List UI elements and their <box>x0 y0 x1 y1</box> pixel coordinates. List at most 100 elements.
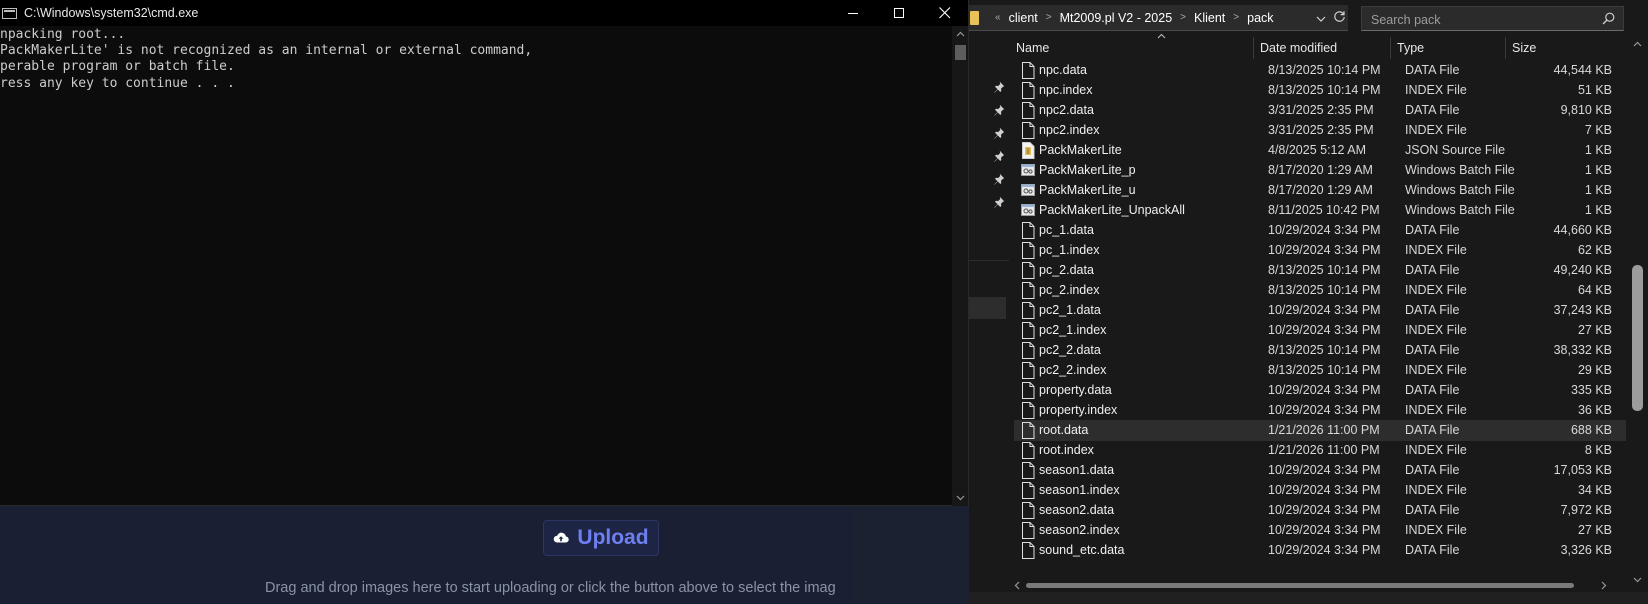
chevron-right-icon[interactable]: > <box>1180 12 1186 23</box>
file-name: season2.index <box>1039 523 1120 537</box>
table-row[interactable]: npc.data 8/13/2025 10:14 PM DATA File 44,54… <box>1014 60 1626 81</box>
file-size: 34 KB <box>1577 483 1612 497</box>
table-row[interactable]: season2.data 10/29/2024 3:34 PM DATA File 7… <box>1014 500 1626 521</box>
search-icon[interactable] <box>1602 12 1615 25</box>
file-type: DATA File <box>1405 543 1460 557</box>
file-date-modified: 10/29/2024 3:34 PM <box>1268 543 1381 557</box>
table-row[interactable]: pc2_1.data 10/29/2024 3:34 PM DATA File 37,… <box>1014 300 1626 321</box>
vertical-scrollbar[interactable] <box>1629 37 1646 587</box>
refresh-button[interactable] <box>1333 10 1346 28</box>
file-list[interactable]: Name Date modified Type Size npc.data 8/1… <box>1010 33 1628 587</box>
file-icon <box>1021 302 1035 319</box>
scroll-up-button[interactable] <box>1629 37 1646 51</box>
scroll-down-button[interactable] <box>952 490 968 506</box>
file-size: 44,544 KB <box>1553 63 1612 77</box>
cmd-window[interactable]: C:\Windows\system32\cmd.exe npacking roo… <box>0 0 969 506</box>
table-row[interactable]: PackMakerLite_p 8/17/2020 1:29 AM Windows … <box>1014 160 1626 181</box>
nav-divider <box>969 260 1009 261</box>
table-row[interactable]: pc_2.index 8/13/2025 10:14 PM INDEX File 64… <box>1014 280 1626 301</box>
chevron-double-left-icon[interactable]: « <box>995 12 1001 23</box>
chevron-down-icon <box>956 495 964 501</box>
navigation-pane[interactable] <box>969 37 1009 587</box>
cmd-scrollbar[interactable] <box>952 26 968 506</box>
address-bar[interactable]: « client > Mt2009.pl V2 - 2025 > Klient … <box>969 5 1348 31</box>
file-name: npc2.index <box>1039 123 1100 137</box>
breadcrumb-mt2009[interactable]: Mt2009.pl V2 - 2025 <box>1060 11 1173 25</box>
file-type: Windows Batch File <box>1405 183 1515 197</box>
table-row[interactable]: season2.index 10/29/2024 3:34 PM INDEX Fil… <box>1014 520 1626 541</box>
table-row[interactable]: PackMakerLite 4/8/2025 5:12 AM JSON Source… <box>1014 140 1626 161</box>
table-row[interactable]: pc2_2.data 8/13/2025 10:14 PM DATA File 38,… <box>1014 340 1626 361</box>
pin-icon[interactable] <box>993 196 1005 208</box>
file-size: 1 KB <box>1584 143 1612 157</box>
table-row[interactable]: pc_1.data 10/29/2024 3:34 PM DATA File 44,6… <box>1014 220 1626 241</box>
address-dropdown-button[interactable] <box>1316 11 1326 29</box>
scroll-left-button[interactable] <box>1010 579 1023 592</box>
drop-hint-text: Drag and drop images here to start uploa… <box>265 580 836 596</box>
pin-icon[interactable] <box>993 104 1005 116</box>
chevron-right-icon[interactable]: > <box>1046 12 1052 23</box>
file-size: 62 KB <box>1577 243 1612 257</box>
table-row[interactable]: PackMakerLite_u 8/17/2020 1:29 AM Windows … <box>1014 180 1626 201</box>
table-row[interactable]: PackMakerLite_UnpackAll 8/11/2025 10:42 P… <box>1014 200 1626 221</box>
horizontal-scroll-thumb[interactable] <box>1026 583 1574 588</box>
file-name: npc2.data <box>1039 103 1094 117</box>
table-row[interactable]: pc2_1.index 10/29/2024 3:34 PM INDEX File 2… <box>1014 320 1626 341</box>
upload-button[interactable]: Upload <box>543 520 659 556</box>
breadcrumb-klient[interactable]: Klient <box>1194 11 1225 25</box>
pin-icon[interactable] <box>993 173 1005 185</box>
cmd-titlebar[interactable]: C:\Windows\system32\cmd.exe <box>0 0 968 26</box>
pin-icon[interactable] <box>993 81 1005 93</box>
breadcrumb-client[interactable]: client <box>1009 11 1038 25</box>
file-date-modified: 8/17/2020 1:29 AM <box>1268 183 1373 197</box>
maximize-button[interactable] <box>876 0 922 26</box>
cmd-output[interactable]: npacking root... PackMakerLite' is not r… <box>0 27 950 497</box>
column-header-size[interactable]: Size <box>1506 37 1628 59</box>
table-row[interactable]: season1.data 10/29/2024 3:34 PM DATA File 1… <box>1014 460 1626 481</box>
column-header-type[interactable]: Type <box>1391 37 1506 59</box>
file-name: PackMakerLite_p <box>1039 163 1136 177</box>
scroll-up-button[interactable] <box>952 26 968 42</box>
table-row[interactable]: season1.index 10/29/2024 3:34 PM INDEX Fil… <box>1014 480 1626 501</box>
file-size: 688 KB <box>1570 423 1612 437</box>
file-date-modified: 8/13/2025 10:14 PM <box>1268 363 1381 377</box>
file-name: property.data <box>1039 383 1112 397</box>
table-row[interactable]: npc.index 8/13/2025 10:14 PM INDEX File 51 … <box>1014 80 1626 101</box>
table-row[interactable]: pc2_2.index 8/13/2025 10:14 PM INDEX File 2… <box>1014 360 1626 381</box>
breadcrumb-pack[interactable]: pack <box>1247 11 1273 25</box>
table-row[interactable]: root.data 1/21/2026 11:00 PM DATA File 688 … <box>1014 420 1626 441</box>
scroll-right-button[interactable] <box>1597 579 1610 592</box>
file-icon <box>1021 62 1035 79</box>
cmd-scroll-thumb[interactable] <box>955 45 966 60</box>
scroll-down-button[interactable] <box>1629 573 1646 587</box>
chevron-down-icon <box>1316 16 1326 22</box>
nav-selected-item[interactable] <box>969 297 1006 319</box>
vertical-scroll-thumb[interactable] <box>1632 265 1643 411</box>
search-box[interactable] <box>1361 6 1624 32</box>
file-explorer-window[interactable]: « client > Mt2009.pl V2 - 2025 > Klient … <box>969 0 1648 604</box>
file-icon <box>1021 262 1035 279</box>
file-type: DATA File <box>1405 223 1460 237</box>
table-row[interactable]: sound_etc.data 10/29/2024 3:34 PM DATA Fil… <box>1014 540 1626 561</box>
table-row[interactable]: pc_2.data 8/13/2025 10:14 PM DATA File 49,2… <box>1014 260 1626 281</box>
minimize-button[interactable] <box>830 0 876 26</box>
file-date-modified: 10/29/2024 3:34 PM <box>1268 303 1381 317</box>
search-input[interactable] <box>1362 7 1603 32</box>
pin-icon[interactable] <box>993 150 1005 162</box>
file-name: pc_2.data <box>1039 263 1094 277</box>
table-row[interactable]: npc2.data 3/31/2025 2:35 PM DATA File 9,810… <box>1014 100 1626 121</box>
table-row[interactable]: root.index 1/21/2026 11:00 PM INDEX File 8 … <box>1014 440 1626 461</box>
pin-icon[interactable] <box>993 127 1005 139</box>
table-row[interactable]: npc2.index 3/31/2025 2:35 PM INDEX File 7 K… <box>1014 120 1626 141</box>
table-row[interactable]: property.index 10/29/2024 3:34 PM INDEX Fi… <box>1014 400 1626 421</box>
file-date-modified: 8/13/2025 10:14 PM <box>1268 343 1381 357</box>
table-row[interactable]: pc_1.index 10/29/2024 3:34 PM INDEX File 62… <box>1014 240 1626 261</box>
table-row[interactable]: property.data 10/29/2024 3:34 PM DATA File… <box>1014 380 1626 401</box>
file-icon <box>1021 502 1035 519</box>
chevron-right-icon[interactable]: > <box>1233 12 1239 23</box>
file-icon <box>1021 362 1035 379</box>
column-header-date[interactable]: Date modified <box>1254 37 1391 59</box>
column-header-name[interactable]: Name <box>1010 37 1254 59</box>
horizontal-scrollbar[interactable] <box>1010 579 1610 592</box>
close-button[interactable] <box>922 0 968 26</box>
